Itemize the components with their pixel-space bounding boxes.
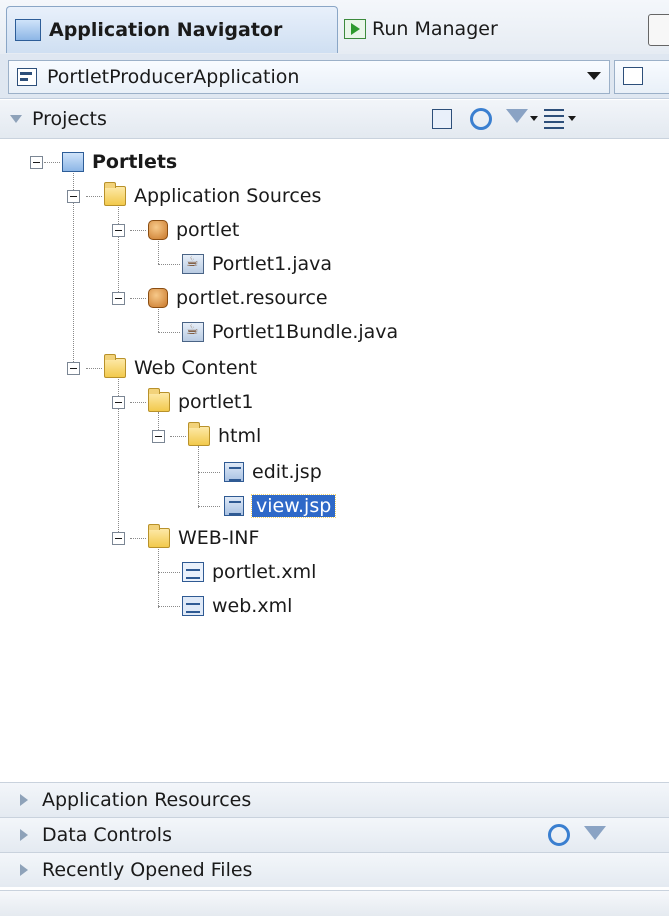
tree-node-web-content[interactable]: Web Content <box>104 354 257 382</box>
jsp-file-icon <box>224 496 244 516</box>
sort-dropdown-icon[interactable] <box>568 116 576 121</box>
projects-panel-header[interactable]: Projects <box>0 100 669 139</box>
tree-node-label: portlet.xml <box>212 561 317 583</box>
java-file-icon <box>182 322 204 342</box>
project-tree: Portlets Application Sources portlet Por… <box>0 140 669 780</box>
run-icon <box>344 19 366 39</box>
folder-icon <box>104 182 126 206</box>
tree-node-label: WEB-INF <box>178 527 260 549</box>
tree-node-label-selected: view.jsp <box>250 494 337 518</box>
tab-run-manager-label: Run Manager <box>372 18 498 40</box>
tree-node-application-sources[interactable]: Application Sources <box>104 182 321 210</box>
java-file-icon <box>182 254 204 274</box>
collapse-triangle-icon <box>10 115 22 123</box>
accordion-label: Data Controls <box>42 824 172 846</box>
accordion-application-resources[interactable]: Application Resources <box>0 782 669 817</box>
accordion-data-controls[interactable]: Data Controls <box>0 817 669 852</box>
package-icon <box>148 288 168 308</box>
folder-icon <box>148 524 170 548</box>
filter-icon[interactable] <box>584 826 606 840</box>
collapse-portlets-icon[interactable] <box>30 156 43 169</box>
tree-node-label: portlet <box>176 219 240 241</box>
web-xml-file-icon <box>182 596 204 616</box>
tab-application-navigator-label: Application Navigator <box>49 19 283 41</box>
application-selector-bar: PortletProducerApplication <box>0 54 669 99</box>
application-menu-button[interactable] <box>614 60 669 94</box>
minimize-icon[interactable] <box>648 14 669 46</box>
tree-node-portlet-resource-package[interactable]: portlet.resource <box>148 284 328 312</box>
xml-file-icon <box>182 562 204 582</box>
tree-node-label: edit.jsp <box>252 461 322 483</box>
expand-triangle-icon <box>20 794 28 806</box>
tree-node-view-jsp[interactable]: view.jsp <box>224 492 337 520</box>
tree-node-web-inf[interactable]: WEB-INF <box>148 524 259 552</box>
tab-run-manager[interactable]: Run Manager <box>344 6 604 52</box>
tree-node-label: html <box>218 425 262 447</box>
application-navigator-icon <box>15 19 41 41</box>
folder-icon <box>104 354 126 378</box>
application-icon <box>17 68 37 86</box>
folder-icon <box>148 388 170 412</box>
tree-node-label: portlet.resource <box>176 287 328 309</box>
tree-node-portlet1-java[interactable]: Portlet1.java <box>182 250 332 278</box>
refresh-icon[interactable] <box>548 824 570 846</box>
expand-triangle-icon <box>20 864 28 876</box>
tree-node-portlet1bundle-java[interactable]: Portlet1Bundle.java <box>182 318 398 346</box>
tree-node-label: Application Sources <box>134 185 322 207</box>
filter-dropdown-icon[interactable] <box>530 116 538 121</box>
horizontal-scrollbar[interactable] <box>0 890 669 916</box>
tree-node-label: web.xml <box>212 595 293 617</box>
collapse-portlet-package-icon[interactable] <box>112 224 125 237</box>
tab-application-navigator[interactable]: Application Navigator <box>6 6 338 53</box>
tree-node-portlet1-folder[interactable]: portlet1 <box>148 388 253 416</box>
tree-node-portlet-package[interactable]: portlet <box>148 216 239 244</box>
tree-node-portlet-xml[interactable]: portlet.xml <box>182 558 316 586</box>
package-icon <box>148 220 168 240</box>
tree-node-label: Web Content <box>134 357 258 379</box>
accordion-label: Application Resources <box>42 789 252 811</box>
application-select-value: PortletProducerApplication <box>47 66 300 88</box>
refresh-icon[interactable] <box>470 108 492 130</box>
collapse-web-inf-icon[interactable] <box>112 532 125 545</box>
jsp-file-icon <box>224 462 244 482</box>
expand-triangle-icon <box>20 829 28 841</box>
application-select[interactable]: PortletProducerApplication <box>8 60 610 94</box>
filter-icon[interactable] <box>506 109 528 123</box>
tree-node-web-xml[interactable]: web.xml <box>182 592 292 620</box>
folder-icon <box>188 422 210 446</box>
tree-node-label: Portlet1.java <box>212 253 333 275</box>
tree-node-label: portlet1 <box>178 391 254 413</box>
tree-node-label: Portlets <box>92 151 178 173</box>
collapse-web-content-icon[interactable] <box>67 362 80 375</box>
projects-title: Projects <box>32 108 107 130</box>
navigator-tab-bar: Application Navigator Run Manager <box>0 0 669 55</box>
collapse-portlet1-folder-icon[interactable] <box>112 396 125 409</box>
collapse-portlet-resource-package-icon[interactable] <box>112 292 125 305</box>
sort-icon[interactable] <box>544 109 564 129</box>
chevron-down-icon <box>587 72 601 80</box>
search-icon[interactable] <box>432 109 452 129</box>
tree-node-portlets[interactable]: Portlets <box>62 148 177 176</box>
tree-node-label: Portlet1Bundle.java <box>212 321 399 343</box>
collapse-html-folder-icon[interactable] <box>152 430 165 443</box>
tree-node-edit-jsp[interactable]: edit.jsp <box>224 458 322 486</box>
accordion-recently-opened-files[interactable]: Recently Opened Files <box>0 852 669 887</box>
application-menu-icon <box>623 67 643 85</box>
tree-node-html-folder[interactable]: html <box>188 422 261 450</box>
collapse-application-sources-icon[interactable] <box>67 190 80 203</box>
accordion-label: Recently Opened Files <box>42 859 253 881</box>
project-icon <box>62 152 84 172</box>
